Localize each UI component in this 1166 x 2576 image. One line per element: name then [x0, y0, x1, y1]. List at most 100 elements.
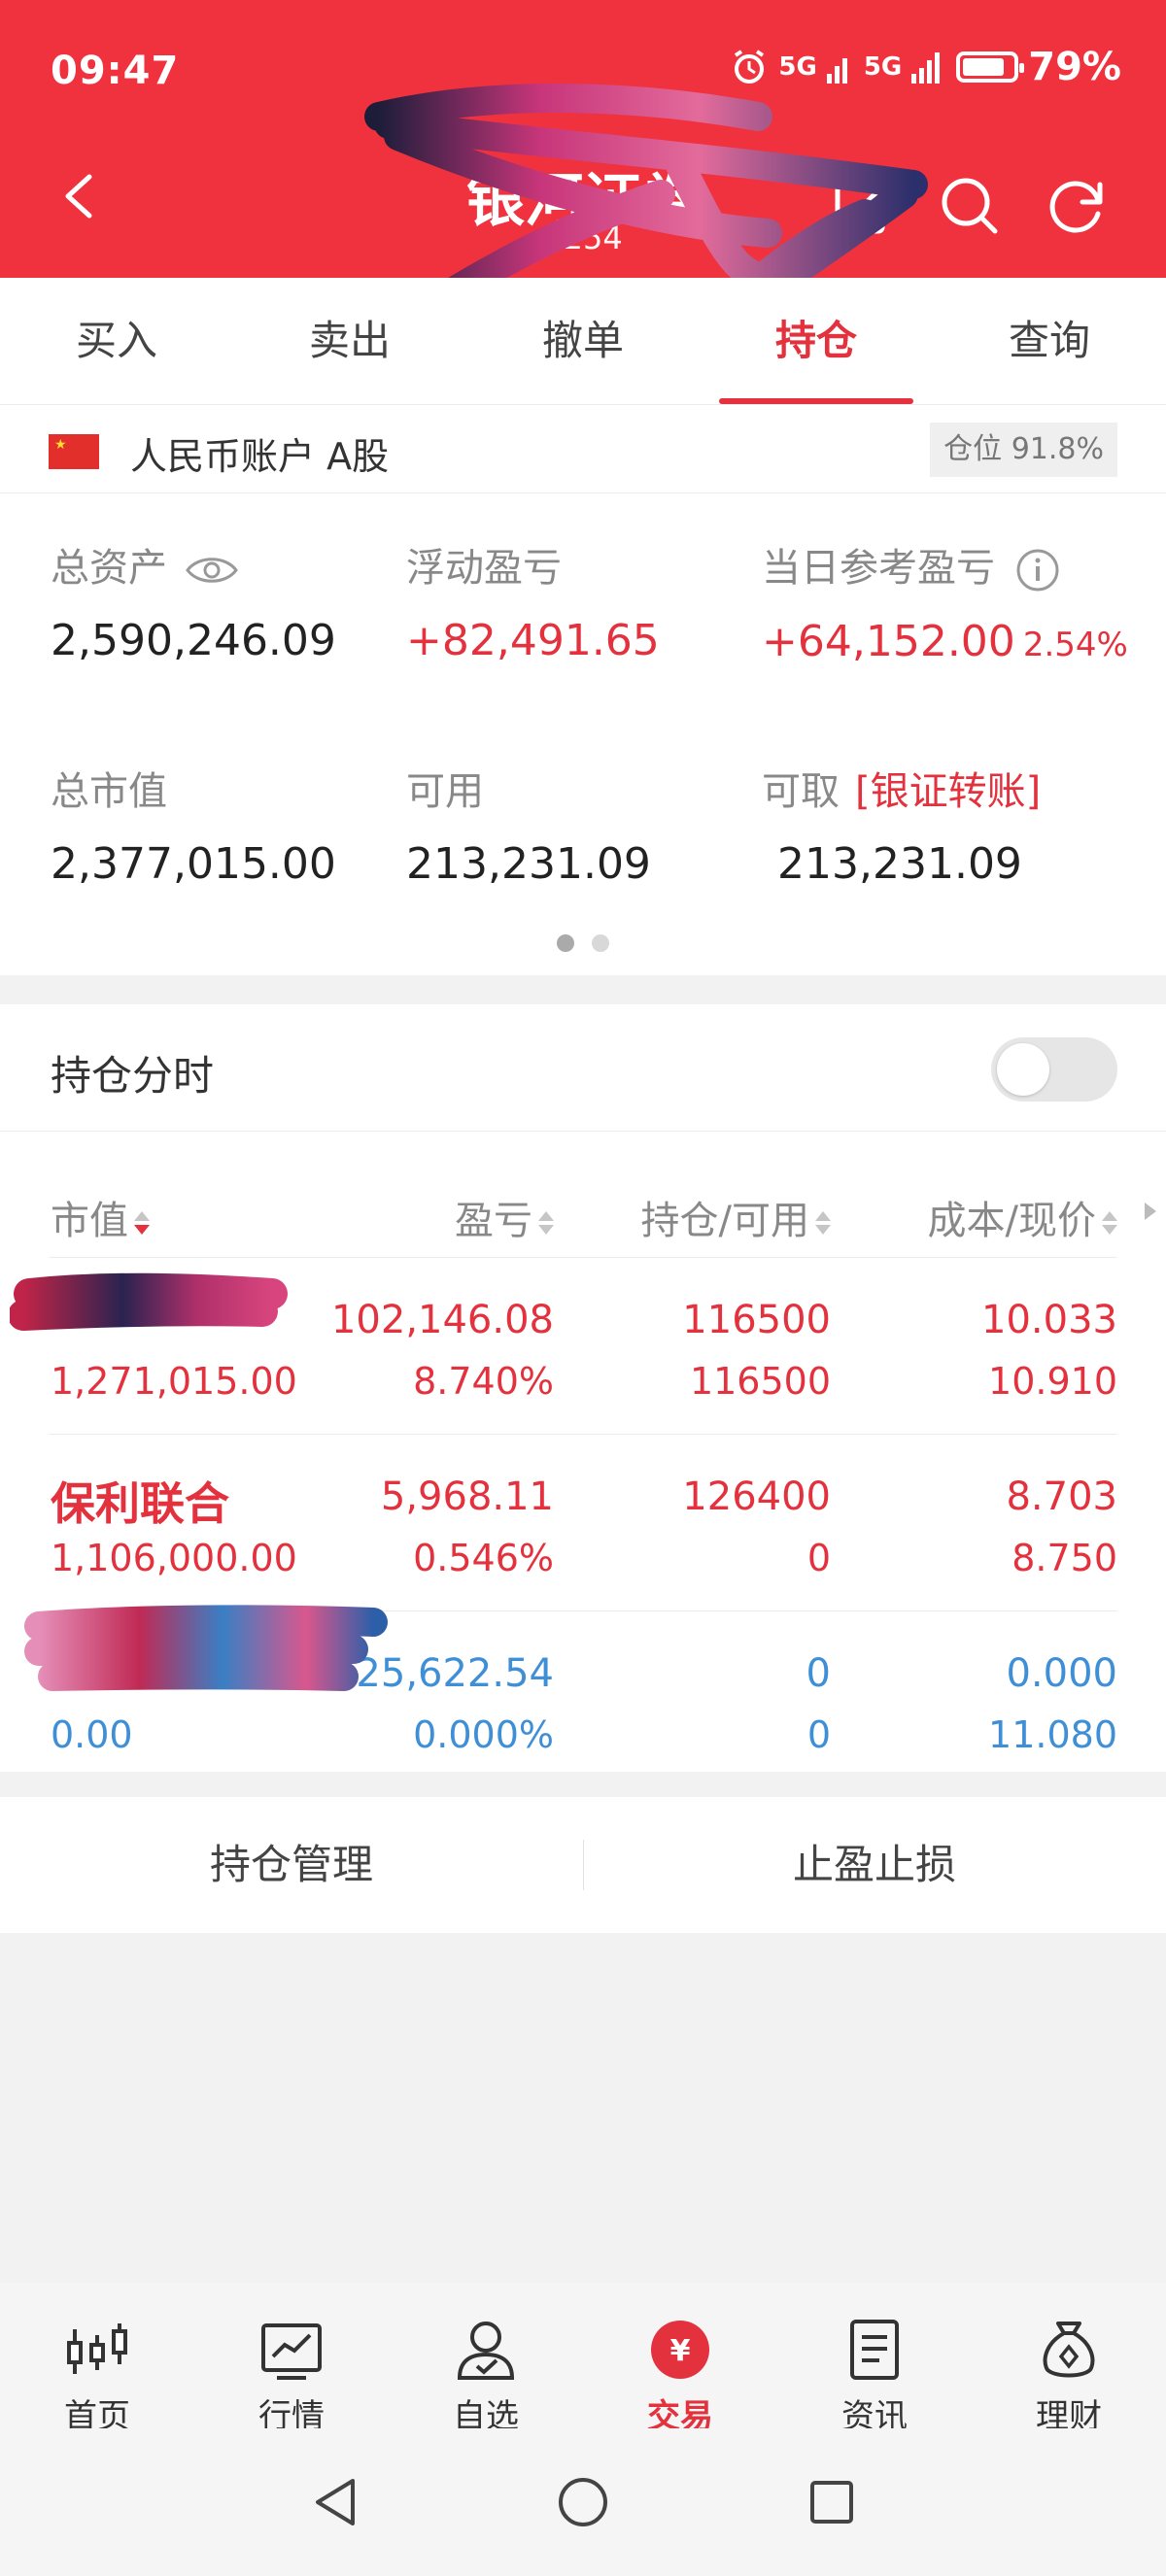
- col-cost-price-label: 成本/现价: [927, 1199, 1096, 1243]
- page-indicator: [0, 934, 1166, 952]
- row-cost: 10.033: [981, 1298, 1117, 1342]
- col-cost-price[interactable]: 成本/现价: [928, 1189, 1117, 1245]
- row-position: 0: [806, 1651, 831, 1696]
- sort-icon: [1102, 1211, 1117, 1235]
- system-home-icon[interactable]: [554, 2473, 612, 2531]
- row-pl: 5,968.11: [380, 1474, 554, 1519]
- row-available: 0: [806, 1713, 831, 1756]
- account-name: 人民币账户 A股: [130, 435, 390, 478]
- col-pl-label: 盈亏: [455, 1199, 532, 1243]
- tab-query[interactable]: 查询: [933, 278, 1166, 404]
- row-pl: -25,622.54: [341, 1651, 554, 1696]
- daily-pl-label: 当日参考盈亏: [762, 546, 995, 591]
- total-assets-value: 2,590,246.09: [51, 616, 336, 665]
- page-dot-1: [557, 934, 574, 952]
- signal-bars-icon: [826, 58, 847, 84]
- floating-pl-cell: 浮动盈亏 +82,491.65: [406, 536, 660, 665]
- holdings-timeshare-title: 持仓分时: [51, 1052, 215, 1100]
- sort-icon: [815, 1211, 831, 1235]
- cny-flag-icon: ★: [49, 434, 99, 469]
- system-nav-bar: [0, 2428, 1166, 2576]
- divider: [49, 1257, 1117, 1258]
- signal-1-label: 5G: [778, 52, 817, 82]
- refresh-icon[interactable]: [1042, 171, 1112, 241]
- total-assets-label: 总资产: [51, 546, 167, 591]
- nav-home[interactable]: 首页: [0, 2283, 194, 2436]
- eye-icon[interactable]: [185, 554, 239, 587]
- row-price: 8.750: [1012, 1537, 1117, 1579]
- sort-icon: [134, 1211, 150, 1235]
- battery-percent: 79%: [1028, 45, 1121, 89]
- sort-icon: [538, 1211, 554, 1235]
- alarm-icon: [735, 50, 765, 84]
- status-icons: 5G 5G 79%: [730, 45, 1121, 89]
- market-value-value: 2,377,015.00: [51, 839, 336, 889]
- floating-pl-label: 浮动盈亏: [406, 546, 562, 591]
- row-price: 10.910: [988, 1360, 1117, 1403]
- stock-name: 保利联合: [51, 1477, 229, 1530]
- daily-pl-pct: 2.54%: [1022, 626, 1128, 664]
- nav-trade[interactable]: ¥ 交易: [583, 2283, 777, 2436]
- bank-transfer-link[interactable]: [银证转账]: [855, 769, 1041, 814]
- info-icon[interactable]: [1014, 547, 1061, 593]
- row-pl-pct: 8.740%: [413, 1360, 554, 1403]
- nav-wealth[interactable]: 理财: [972, 2283, 1166, 2436]
- document-icon: [850, 2320, 899, 2380]
- withdrawable-value: 213,231.09: [777, 839, 1022, 889]
- person-check-icon: [457, 2322, 515, 2380]
- page-dot-2: [592, 934, 609, 952]
- system-recents-icon[interactable]: [803, 2473, 861, 2531]
- app-header: 09:47 5G 5G 79% 银河证券 7254: [0, 0, 1166, 278]
- row-price: 11.080: [988, 1713, 1117, 1756]
- withdrawable-cell: 可取 [银证转账] 213,231.09: [762, 760, 1041, 889]
- tab-holdings[interactable]: 持仓: [700, 278, 933, 404]
- bottom-nav: 首页 行情 自选 ¥ 交易 资讯 理财: [0, 2283, 1166, 2436]
- status-time: 09:47: [51, 49, 180, 93]
- tab-cancel-order[interactable]: 撤单: [466, 278, 700, 404]
- asset-summary: 总资产 2,590,246.09 浮动盈亏 +82,491.65 当日参考盈亏 …: [0, 493, 1166, 975]
- available-value: 213,231.09: [406, 839, 651, 889]
- row-available: 0: [806, 1537, 831, 1579]
- system-back-icon[interactable]: [306, 2473, 364, 2531]
- signal-2-label: 5G: [863, 52, 903, 82]
- yuan-coin-icon: ¥: [651, 2321, 709, 2379]
- holdings-manage-button[interactable]: 持仓管理: [0, 1797, 583, 1933]
- divider: [0, 1131, 1166, 1132]
- table-row[interactable]: 0.00 -25,622.54 0.000% 0 0 0.000 11.080: [0, 1612, 1166, 1787]
- withdrawable-label: 可取: [762, 769, 840, 814]
- stop-profit-loss-button[interactable]: 止盈止损: [583, 1797, 1166, 1933]
- floating-pl-value: +82,491.65: [406, 616, 660, 665]
- holdings-panel: 持仓分时 市值 盈亏 持仓/可用 成本/现价 1,271,015.00 102,…: [0, 1004, 1166, 1772]
- nav-watchlist[interactable]: 自选: [389, 2283, 583, 2436]
- toggle-knob: [997, 1043, 1049, 1096]
- timeshare-toggle[interactable]: [991, 1037, 1117, 1102]
- nav-market[interactable]: 行情: [194, 2283, 389, 2436]
- table-row[interactable]: 保利联合 1,106,000.00 5,968.11 0.546% 126400…: [0, 1436, 1166, 1610]
- search-icon[interactable]: [935, 171, 1005, 241]
- col-position[interactable]: 持仓/可用: [641, 1189, 831, 1245]
- nav-news[interactable]: 资讯: [777, 2283, 972, 2436]
- holdings-actions: 持仓管理 止盈止损: [0, 1797, 1166, 1933]
- battery-icon: [956, 51, 1025, 83]
- account-bar[interactable]: ★ 人民币账户 A股 仓位 91.8%: [0, 404, 1166, 493]
- col-market-value[interactable]: 市值: [51, 1189, 150, 1245]
- available-label: 可用: [406, 769, 484, 814]
- row-market-value: 1,106,000.00: [51, 1537, 297, 1579]
- row-market-value: 1,271,015.00: [51, 1360, 297, 1403]
- row-pl-pct: 0.546%: [413, 1537, 554, 1579]
- status-bar: 09:47 5G 5G 79%: [0, 0, 1166, 146]
- candlestick-icon: [67, 2323, 127, 2374]
- scroll-right-arrow-icon[interactable]: [1145, 1203, 1156, 1220]
- daily-pl-value: +64,152.00: [762, 617, 1015, 666]
- money-bag-icon: [1043, 2322, 1095, 2378]
- holdings-table-header: 市值 盈亏 持仓/可用 成本/现价: [0, 1160, 1166, 1257]
- share-icon[interactable]: [828, 171, 898, 241]
- total-assets-cell: 总资产 2,590,246.09: [51, 536, 336, 665]
- col-pl[interactable]: 盈亏: [455, 1189, 554, 1245]
- divider: [49, 1434, 1117, 1435]
- row-cost: 0.000: [1006, 1651, 1117, 1696]
- row-pl-pct: 0.000%: [413, 1713, 554, 1756]
- tab-buy[interactable]: 买入: [0, 278, 233, 404]
- tab-sell[interactable]: 卖出: [233, 278, 466, 404]
- table-row[interactable]: 1,271,015.00 102,146.08 8.740% 116500 11…: [0, 1259, 1166, 1434]
